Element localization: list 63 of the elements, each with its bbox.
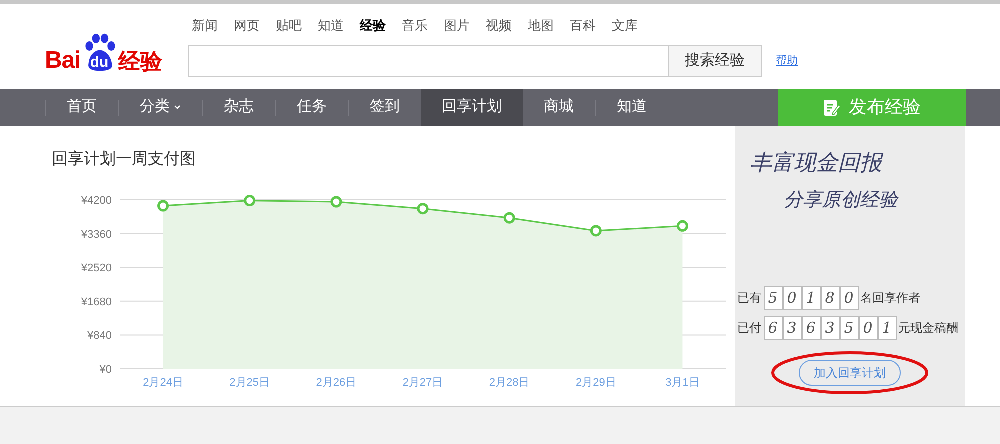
x-tick-label: 2月25日 [230, 377, 270, 389]
counter-digit: 1 [802, 286, 820, 310]
data-point [590, 225, 602, 237]
logo[interactable]: Bai du 经验 [45, 31, 180, 77]
top-link[interactable]: 图片 [444, 16, 470, 35]
counter-digit: 0 [858, 316, 878, 340]
top-link[interactable]: 百科 [570, 16, 596, 35]
top-link[interactable]: 经验 [360, 16, 386, 35]
counter-digit: 5 [764, 286, 782, 310]
counter-digit: 8 [820, 286, 840, 310]
data-point [504, 212, 516, 224]
slogan: 丰富现金回报 分享原创经验 [750, 150, 900, 213]
y-tick-label: ¥4200 [81, 195, 112, 207]
top-link[interactable]: 贴吧 [276, 16, 302, 35]
search-button[interactable]: 搜索经验 [668, 45, 762, 77]
data-point [330, 196, 342, 208]
counter-suffix: 元现金稿酬 [898, 320, 958, 337]
y-tick-label: ¥1680 [81, 296, 112, 308]
help-link[interactable]: 帮助 [776, 52, 798, 70]
counter-digit: 1 [878, 316, 896, 340]
top-link[interactable]: 视频 [486, 16, 512, 35]
x-tick-label: 2月28日 [489, 377, 530, 389]
data-point [158, 200, 170, 212]
search-field[interactable] [188, 45, 668, 77]
counter-digit: 5 [840, 316, 858, 340]
x-tick-label: 2月24日 [143, 377, 184, 389]
top-link[interactable]: 知道 [318, 16, 344, 35]
counter-suffix: 名回享作者 [860, 290, 920, 307]
nav-tab[interactable]: 分类 [119, 89, 202, 126]
nav-tab[interactable]: 首页 [46, 89, 118, 126]
y-tick-label: ¥840 [88, 330, 112, 342]
top-link[interactable]: 网页 [234, 16, 260, 35]
counter-prefix: 已有 [738, 290, 762, 307]
nav-tab[interactable]: 知道 [596, 89, 668, 126]
nav-tab[interactable]: 回享计划 [421, 89, 523, 126]
data-point [244, 195, 256, 207]
x-tick-label: 2月29日 [576, 377, 616, 389]
chart-title: 回享计划一周支付图 [52, 150, 197, 170]
top-link[interactable]: 文库 [612, 16, 638, 35]
counter-digit: 0 [840, 286, 858, 310]
top-link[interactable]: 地图 [528, 16, 554, 35]
counter-prefix: 已付 [738, 320, 762, 337]
y-tick-label: ¥3360 [81, 228, 112, 241]
counter-digit: 3 [820, 316, 840, 340]
counter-digit: 6 [802, 316, 820, 340]
data-point [417, 203, 429, 215]
nav-tab[interactable]: 签到 [349, 89, 421, 126]
nav-tab[interactable]: 任务 [276, 89, 348, 126]
counter-digit: 0 [782, 286, 802, 310]
top-link[interactable]: 音乐 [402, 16, 428, 35]
edit-icon [823, 98, 841, 116]
top-link[interactable]: 新闻 [192, 16, 218, 35]
data-point [676, 220, 688, 232]
nav-tab[interactable]: 杂志 [203, 89, 275, 126]
nav-tab[interactable]: 商城 [523, 89, 595, 126]
x-tick-label: 2月27日 [402, 377, 444, 389]
counter-digit: 3 [782, 316, 802, 340]
counter-digit: 6 [764, 316, 782, 340]
y-tick-label: ¥2520 [81, 262, 112, 275]
x-tick-label: 2月26日 [316, 377, 357, 389]
y-tick-label: ¥0 [100, 364, 112, 376]
x-tick-label: 3月1日 [666, 377, 700, 389]
paw-icon [82, 31, 117, 73]
